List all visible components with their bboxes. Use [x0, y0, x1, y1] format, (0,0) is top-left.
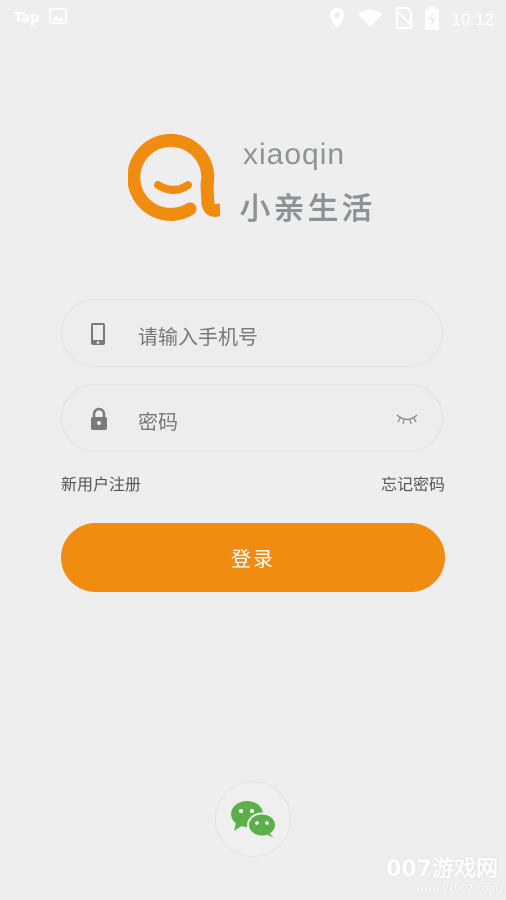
- battery-charging-icon: [425, 6, 440, 34]
- password-input[interactable]: 密码: [61, 384, 443, 452]
- no-sim-icon: [394, 7, 415, 33]
- phone-placeholder: 请输入手机号: [138, 325, 258, 349]
- status-bar: Tap 10:12: [0, 0, 506, 36]
- app-logo: [127, 130, 225, 222]
- status-bar-right: 10:12: [329, 6, 494, 34]
- watermark: 007游戏网 www.yx007.com: [386, 851, 498, 894]
- phone-input[interactable]: 请输入手机号: [61, 299, 443, 367]
- forgot-password-link[interactable]: 忘记密码: [381, 471, 445, 495]
- login-button[interactable]: 登录: [61, 523, 445, 592]
- brand-english-name: xiaoqin: [243, 138, 346, 171]
- location-icon: [329, 7, 345, 33]
- eye-closed-icon[interactable]: [396, 411, 418, 425]
- brand-chinese-name: 小亲生活: [240, 192, 376, 227]
- wechat-login-button[interactable]: [215, 781, 291, 857]
- wechat-icon: [231, 801, 277, 838]
- wifi-icon: [357, 8, 383, 32]
- register-link[interactable]: 新用户注册: [61, 471, 141, 495]
- lock-icon: [90, 407, 112, 431]
- phone-icon: [90, 322, 112, 346]
- status-bar-left: Tap: [14, 8, 68, 28]
- logo-mark-icon: [127, 133, 225, 221]
- watermark-url: www.yx007.com: [415, 883, 498, 894]
- image-icon: [49, 8, 68, 28]
- status-time: 10:12: [451, 10, 494, 29]
- login-button-label: 登录: [231, 547, 275, 571]
- watermark-title: 007游戏网: [386, 857, 498, 882]
- notification-label: Tap: [14, 10, 40, 26]
- password-placeholder: 密码: [138, 410, 178, 434]
